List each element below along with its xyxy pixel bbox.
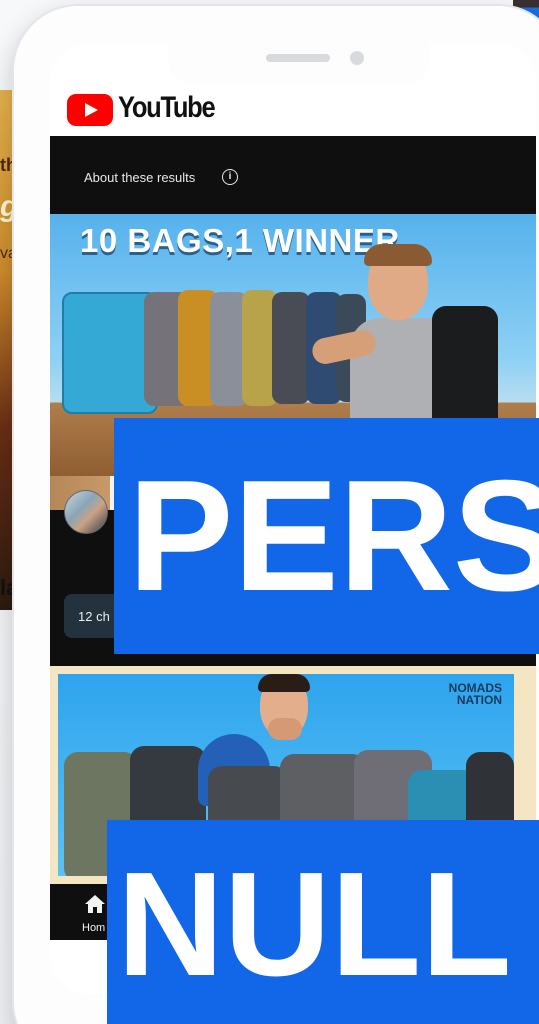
phone-camera xyxy=(350,51,364,65)
phone-notch xyxy=(168,44,430,84)
nav-home-label[interactable]: Hom xyxy=(82,922,105,934)
backpack-image xyxy=(272,292,310,404)
channel-avatar[interactable] xyxy=(64,490,108,534)
results-notice-bar: About these results i xyxy=(50,136,536,214)
screenshot-root: th g va la YouTube About these results i… xyxy=(0,0,539,1024)
app-brand[interactable]: YouTube xyxy=(118,91,216,125)
channel-watermark: NOMADS NATION xyxy=(449,682,502,706)
info-icon[interactable]: i xyxy=(222,169,238,185)
thumbnail-title: 10 BAGS,1 WINNER xyxy=(80,222,400,259)
results-notice-label[interactable]: About these results xyxy=(84,170,195,185)
home-icon[interactable] xyxy=(84,894,106,914)
phone-speaker xyxy=(266,54,330,62)
presenter-image xyxy=(258,674,310,692)
chapters-chip-label: 12 ch xyxy=(78,609,110,624)
app-header: YouTube xyxy=(50,88,536,136)
presenter-image xyxy=(364,244,432,266)
youtube-logo-icon[interactable] xyxy=(67,94,113,126)
overlay-banner-bottom: NULL xyxy=(107,820,539,1024)
backpack-image xyxy=(432,306,498,436)
overlay-banner-top: PERSO xyxy=(114,418,539,654)
presenter-image xyxy=(268,718,302,740)
watermark-line: NATION xyxy=(456,693,502,707)
